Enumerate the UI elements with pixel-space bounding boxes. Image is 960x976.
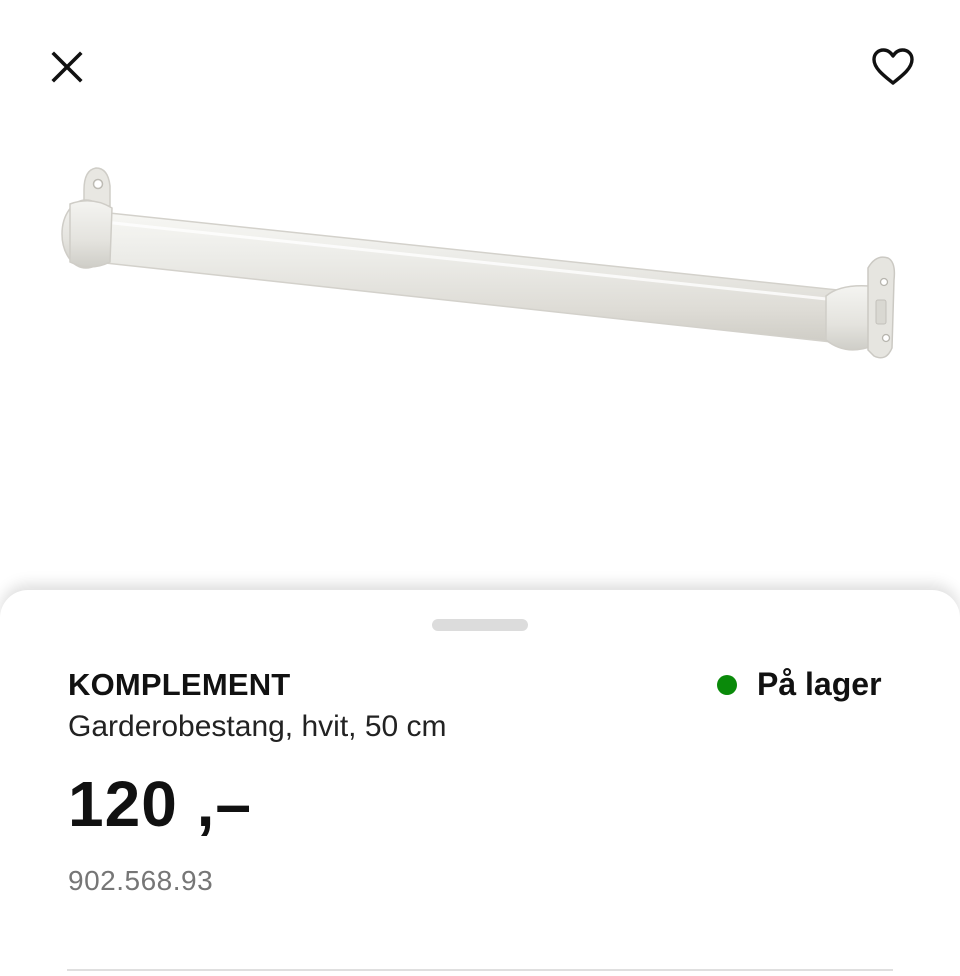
close-icon bbox=[51, 51, 83, 83]
product-screen: KOMPLEMENT Garderobestang, hvit, 50 cm 1… bbox=[0, 0, 960, 976]
favorite-button[interactable] bbox=[864, 40, 922, 94]
divider bbox=[67, 969, 893, 971]
article-number: 902.568.93 bbox=[68, 865, 214, 896]
sheet-grab-handle[interactable] bbox=[432, 619, 528, 631]
product-price: 120 ,– bbox=[68, 768, 252, 840]
product-info-sheet[interactable]: KOMPLEMENT Garderobestang, hvit, 50 cm 1… bbox=[0, 590, 960, 976]
product-description: Garderobestang, hvit, 50 cm bbox=[68, 710, 447, 743]
clothes-rail-illustration bbox=[61, 167, 896, 359]
close-button[interactable] bbox=[40, 40, 94, 94]
heart-icon bbox=[872, 48, 914, 85]
top-bar bbox=[0, 0, 960, 130]
stock-label: På lager bbox=[757, 666, 882, 702]
stock-indicator-dot bbox=[717, 674, 737, 695]
product-image bbox=[0, 130, 960, 590]
product-name: KOMPLEMENT bbox=[68, 667, 291, 702]
stock-status: På lager bbox=[717, 666, 882, 703]
